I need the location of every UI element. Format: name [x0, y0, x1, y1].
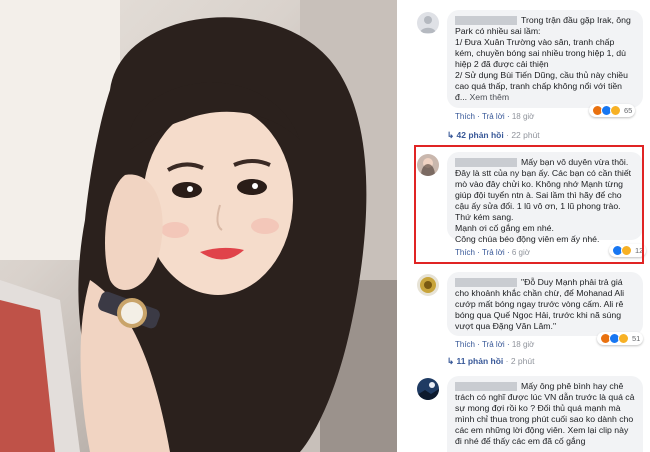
haha-reaction-icon — [610, 105, 621, 116]
selfie-photo — [0, 0, 397, 452]
haha-reaction-icon — [618, 333, 629, 344]
replies-count: 42 phản hồi — [456, 130, 504, 140]
reply-arrow-icon: ↳ — [447, 130, 455, 140]
highlight-frame — [414, 145, 644, 264]
redacted-author-name[interactable] — [455, 16, 517, 26]
emblem-avatar-icon — [420, 277, 436, 293]
comment-bubble: Mấy ông phê bình hay chê trách có nghĩ đ… — [447, 376, 643, 452]
comment-text: Trong trận đầu gặp Irak, ông Park có nhi… — [455, 15, 631, 102]
like-button[interactable]: Thích — [455, 112, 475, 121]
view-replies-link[interactable]: ↳ 11 phản hồi · 2 phút — [447, 356, 534, 367]
like-button[interactable]: Thích — [455, 340, 475, 349]
default-avatar-icon — [420, 16, 436, 33]
night-sky-avatar — [417, 382, 439, 400]
avatar[interactable] — [417, 274, 439, 296]
replies-time: 2 phút — [510, 356, 535, 366]
reaction-count: 51 — [632, 334, 641, 343]
comment-time: 18 giờ — [511, 340, 535, 349]
reply-arrow-icon: ↳ — [447, 356, 455, 366]
comment-item: Trong trận đầu gặp Irak, ông Park có nhi… — [417, 10, 647, 140]
reply-button[interactable]: Trả lời — [482, 112, 505, 121]
avatar[interactable] — [417, 12, 439, 34]
comment-time: 18 giờ — [511, 112, 535, 121]
reaction-count: 65 — [624, 106, 633, 115]
redacted-author-name[interactable] — [455, 278, 517, 288]
reply-button[interactable]: Trả lời — [482, 340, 505, 349]
avatar[interactable] — [417, 378, 439, 400]
comment-bubble: "Đỗ Duy Mạnh phải trả giá cho khoảnh khắ… — [447, 272, 643, 336]
comment-actions: Thích · Trả lời · 18 giờ — [455, 112, 535, 121]
replies-count: 11 phản hồi — [456, 356, 504, 366]
photo-illustration — [0, 0, 397, 452]
comment-item: Mấy ông phê bình hay chê trách có nghĩ đ… — [417, 376, 647, 452]
reaction-summary[interactable]: 65 — [589, 104, 636, 117]
redacted-author-name[interactable] — [455, 382, 517, 392]
comment-bubble: Trong trận đầu gặp Irak, ông Park có nhi… — [447, 10, 643, 108]
reaction-summary[interactable]: 51 — [597, 332, 644, 345]
see-more-link[interactable]: Xem thêm — [470, 92, 510, 102]
comment-item: "Đỗ Duy Mạnh phải trả giá cho khoảnh khắ… — [417, 272, 647, 368]
replies-time: 22 phút — [511, 130, 540, 140]
view-replies-link[interactable]: ↳ 42 phản hồi · 22 phút — [447, 130, 540, 141]
comment-actions: Thích · Trả lời · 18 giờ — [455, 340, 535, 349]
